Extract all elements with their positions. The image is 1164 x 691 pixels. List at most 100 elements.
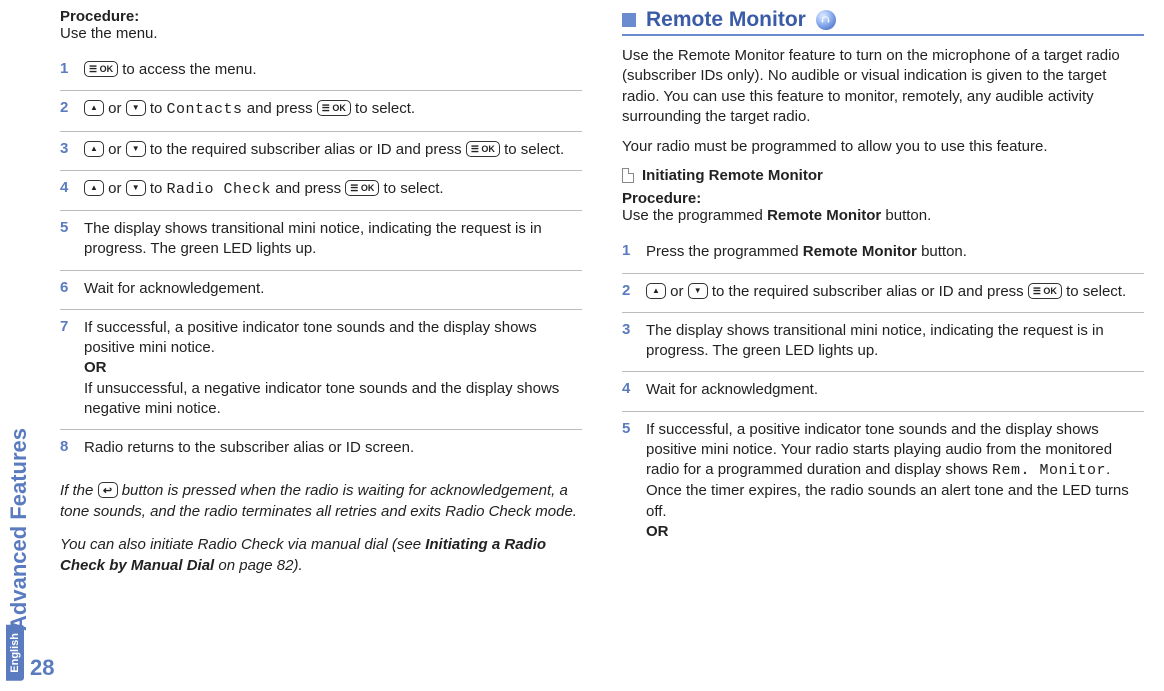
step-body: If successful, a positive indicator tone… (84, 318, 582, 419)
step-row: 1 ☰ OK to access the menu. (60, 52, 582, 91)
step-text: to (146, 180, 167, 197)
menu-ok-icon: ☰ OK (84, 61, 118, 77)
procedure-subtext: Use the menu. (60, 25, 582, 42)
step-text: Press the programmed (646, 243, 803, 260)
procedure-sub-text: Use the programmed (622, 207, 767, 224)
note-text: If the (60, 482, 98, 499)
up-arrow-icon (646, 283, 666, 299)
side-section-label: Advanced Features (6, 428, 32, 631)
sub-heading: Initiating Remote Monitor (622, 167, 1144, 184)
page-number: 28 (30, 655, 54, 681)
sub-heading-text: Initiating Remote Monitor (642, 167, 823, 184)
step-body: Radio returns to the subscriber alias or… (84, 438, 582, 458)
step-text: to access the menu. (118, 61, 256, 78)
step-text: If successful, a positive indicator tone… (84, 319, 537, 356)
step-text: to select. (379, 180, 443, 197)
step-text: and press (271, 180, 345, 197)
or-label: OR (84, 359, 107, 376)
step-text: If unsuccessful, a negative indicator to… (84, 380, 559, 417)
section-title: Remote Monitor (646, 8, 806, 32)
down-arrow-icon (126, 141, 146, 157)
step-body: Press the programmed Remote Monitor butt… (646, 242, 1144, 262)
step-body: or to the required subscriber alias or I… (84, 140, 582, 160)
step-text: Once the timer expires, the radio sounds… (646, 482, 1129, 519)
step-number: 8 (60, 438, 74, 458)
step-number: 4 (60, 179, 74, 200)
step-text: or (666, 283, 688, 300)
procedure-sub-bold: Remote Monitor (767, 207, 881, 224)
step-number: 5 (60, 219, 74, 260)
step-text: to (146, 100, 167, 117)
step-row: 4 or to Radio Check and press ☰ OK to se… (60, 171, 582, 211)
step-row: 3 The display shows transitional mini no… (622, 313, 1144, 373)
section-bullet-icon (622, 13, 636, 27)
note-text: on page 82). (214, 557, 302, 574)
step-bold: Remote Monitor (803, 243, 917, 260)
document-icon (622, 168, 634, 183)
back-icon (98, 482, 118, 498)
step-row: 1 Press the programmed Remote Monitor bu… (622, 234, 1144, 273)
step-text: or (104, 141, 126, 158)
down-arrow-icon (126, 100, 146, 116)
up-arrow-icon (84, 180, 104, 196)
step-text: to the required subscriber alias or ID a… (146, 141, 466, 158)
remote-monitor-icon (816, 10, 836, 30)
menu-item-mono: Contacts (167, 101, 243, 118)
step-body: or to the required subscriber alias or I… (646, 282, 1144, 302)
headphone-icon (820, 15, 831, 26)
step-row: 3 or to the required subscriber alias or… (60, 132, 582, 171)
step-body: Wait for acknowledgement. (84, 279, 582, 299)
step-text: and press (243, 100, 317, 117)
step-body: or to Contacts and press ☰ OK to select. (84, 99, 582, 120)
step-body: Wait for acknowledgment. (646, 380, 1144, 400)
menu-ok-icon: ☰ OK (345, 180, 379, 196)
note-text: You can also initiate Radio Check via ma… (60, 536, 425, 553)
note-paragraph: If the button is pressed when the radio … (60, 480, 582, 522)
step-text: to select. (351, 100, 415, 117)
step-number: 5 (622, 420, 636, 543)
step-row: 5 If successful, a positive indicator to… (622, 412, 1144, 553)
step-row: 7 If successful, a positive indicator to… (60, 310, 582, 430)
procedure-heading: Procedure: (60, 8, 582, 25)
step-number: 1 (60, 60, 74, 80)
down-arrow-icon (688, 283, 708, 299)
procedure-sub-text: button. (881, 207, 931, 224)
step-body: or to Radio Check and press ☰ OK to sele… (84, 179, 582, 200)
right-column: Remote Monitor Use the Remote Monitor fe… (622, 8, 1144, 576)
step-row: 2 or to the required subscriber alias or… (622, 274, 1144, 313)
step-text: or (104, 100, 126, 117)
or-label: OR (646, 523, 669, 540)
step-body: If successful, a positive indicator tone… (646, 420, 1144, 543)
step-row: 4 Wait for acknowledgment. (622, 372, 1144, 411)
step-number: 6 (60, 279, 74, 299)
procedure-heading: Procedure: (622, 190, 1144, 207)
note-paragraph: You can also initiate Radio Check via ma… (60, 534, 582, 576)
step-text: to select. (1062, 283, 1126, 300)
menu-ok-icon: ☰ OK (317, 100, 351, 116)
step-text: button. (917, 243, 967, 260)
menu-item-mono: Radio Check (167, 181, 272, 198)
menu-ok-icon: ☰ OK (466, 141, 500, 157)
procedure-label: Procedure: (60, 8, 139, 25)
step-number: 3 (622, 321, 636, 362)
left-column: Procedure: Use the menu. 1 ☰ OK to acces… (60, 8, 582, 576)
down-arrow-icon (126, 180, 146, 196)
step-row: 2 or to Contacts and press ☰ OK to selec… (60, 91, 582, 131)
step-text: to the required subscriber alias or ID a… (708, 283, 1028, 300)
step-number: 1 (622, 242, 636, 262)
section-header: Remote Monitor (622, 8, 1144, 36)
step-text: . (1106, 461, 1110, 478)
intro-paragraph: Your radio must be programmed to allow y… (622, 137, 1144, 157)
step-number: 2 (60, 99, 74, 120)
step-number: 4 (622, 380, 636, 400)
step-row: 6 Wait for acknowledgement. (60, 271, 582, 310)
menu-item-mono: Rem. Monitor (992, 462, 1106, 479)
step-row: 8 Radio returns to the subscriber alias … (60, 430, 582, 468)
language-tab: English (6, 625, 24, 681)
step-body: ☰ OK to access the menu. (84, 60, 582, 80)
step-body: The display shows transitional mini noti… (646, 321, 1144, 362)
intro-paragraph: Use the Remote Monitor feature to turn o… (622, 46, 1144, 127)
procedure-subtext: Use the programmed Remote Monitor button… (622, 207, 1144, 224)
step-text: to select. (500, 141, 564, 158)
step-number: 3 (60, 140, 74, 160)
